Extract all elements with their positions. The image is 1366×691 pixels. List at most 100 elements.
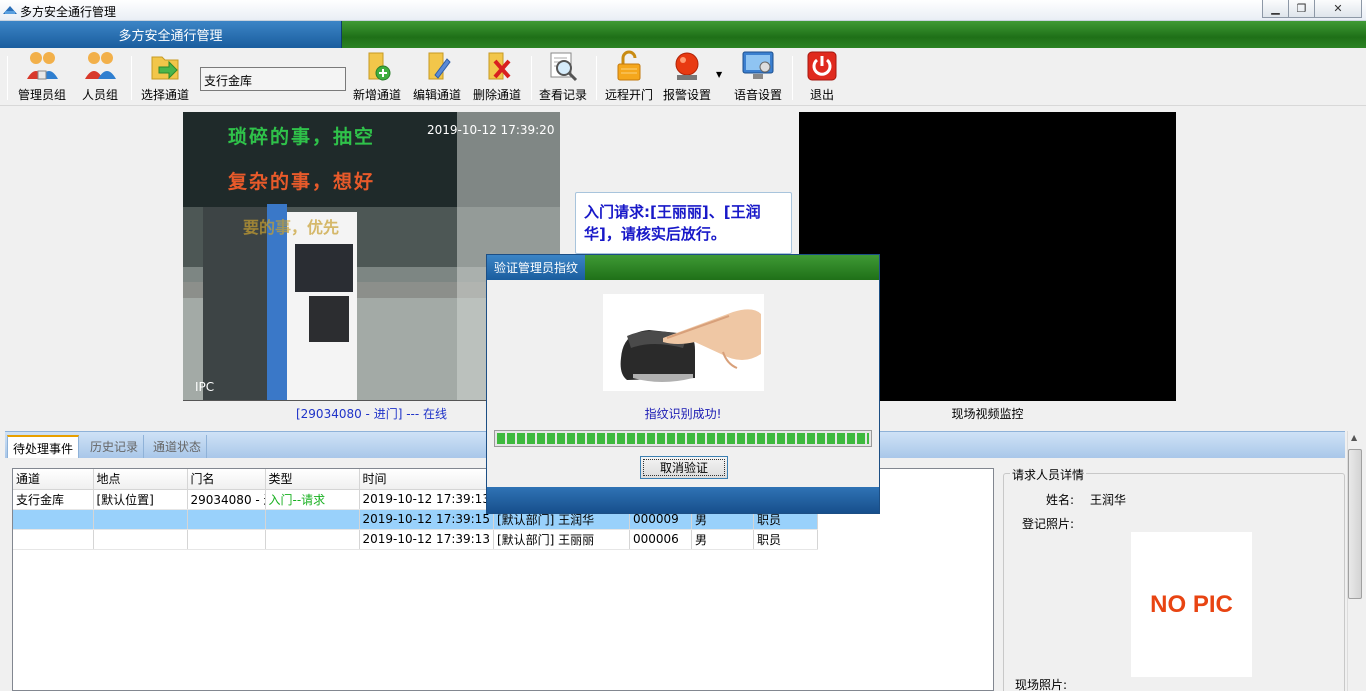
banner-line-2: 复杂的事，想好 [228, 171, 376, 193]
table-cell: 男 [691, 529, 754, 550]
admin-group-button[interactable]: 管理员组 [14, 48, 70, 106]
toolbar-separator [531, 56, 532, 100]
window-title: 多方安全通行管理 [20, 5, 117, 19]
dialog-title: 验证管理员指纹 [487, 255, 585, 280]
select-channel-button[interactable]: 选择通道 [138, 48, 192, 106]
voice-settings-label: 语音设置 [733, 88, 782, 102]
delete-folder-icon [488, 52, 511, 80]
table-cell: 2019-10-12 17:39:15 [359, 509, 494, 530]
unlock-icon [617, 50, 641, 81]
fingerprint-status-message: 指纹识别成功! [644, 407, 722, 421]
close-icon: ✕ [1333, 2, 1343, 15]
table-cell: [默认位置] [93, 489, 188, 510]
scrollbar-thumb[interactable] [1348, 449, 1362, 599]
close-button[interactable]: ✕ [1314, 0, 1362, 18]
alarm-light-icon [675, 52, 699, 80]
exit-button[interactable]: 退出 [800, 48, 844, 106]
banner-line-3: 要的事，优先 [243, 218, 340, 237]
fingerprint-scanner-image [603, 294, 764, 391]
user-group-icon [85, 52, 116, 79]
table-row[interactable]: 2019-10-12 17:39:13 [默认部门] 王丽丽 000006 男 … [13, 529, 818, 550]
restore-icon: ❐ [1296, 2, 1307, 15]
add-folder-icon [368, 52, 391, 81]
minimize-button[interactable]: ▁ [1262, 0, 1289, 18]
table-cell: 29034080 - 进 [187, 489, 266, 510]
monitor-gear-icon [742, 51, 774, 79]
table-cell [93, 509, 188, 530]
table-cell: 职员 [753, 529, 818, 550]
registered-photo-label: 登记照片: [1022, 517, 1075, 531]
name-label: 姓名: [1046, 493, 1075, 507]
name-value: 王润华 [1090, 493, 1127, 507]
edit-folder-icon [428, 52, 451, 80]
live-photo-label: 现场照片: [1015, 678, 1068, 691]
tab-pending-events[interactable]: 待处理事件 [7, 435, 80, 459]
scroll-up-icon[interactable]: ▲ [1351, 433, 1357, 442]
column-header[interactable]: 门名 [187, 469, 266, 490]
table-cell: 000006 [629, 529, 692, 550]
channel-select-field[interactable]: 支行金库 [200, 67, 346, 91]
table-cell [187, 509, 266, 530]
table-cell [93, 529, 188, 550]
dialog-footer [487, 487, 879, 513]
verification-progress-bar [494, 430, 872, 447]
column-header[interactable]: 地点 [93, 469, 188, 490]
remote-open-label: 远程开门 [604, 88, 653, 102]
exit-label: 退出 [809, 88, 834, 102]
alarm-dropdown-arrow-icon[interactable]: ▼ [716, 70, 722, 79]
user-group-label: 人员组 [81, 88, 118, 102]
toolbar-separator [131, 56, 132, 100]
admin-group-label: 管理员组 [17, 88, 66, 102]
table-cell [265, 529, 360, 550]
cancel-verification-button[interactable]: 取消验证 [640, 456, 728, 479]
minimize-icon: ▁ [1271, 2, 1280, 15]
camera-timestamp: 2019-10-12 17:39:20 [427, 123, 555, 137]
column-header[interactable]: 时间 [359, 469, 494, 490]
folder-arrow-icon [151, 56, 179, 80]
tab-channel-status[interactable]: 通道状态 [148, 435, 208, 459]
column-header[interactable]: 类型 [265, 469, 360, 490]
table-cell: 入门--请求 [265, 489, 360, 510]
table-cell: 2019-10-12 17:39:13 [359, 529, 494, 550]
power-icon [807, 51, 837, 81]
magnifier-icon [550, 52, 578, 82]
table-cell [13, 509, 94, 530]
add-channel-label: 新增通道 [352, 88, 401, 102]
tab-history[interactable]: 历史记录 [85, 435, 145, 459]
toolbar-separator [596, 56, 597, 100]
banner-line-1: 琐碎的事，抽空 [228, 126, 376, 148]
header-tab[interactable]: 多方安全通行管理 [0, 21, 342, 48]
registered-photo: NO PIC [1131, 532, 1252, 677]
table-cell: 2019-10-12 17:39:13 [359, 489, 494, 510]
table-cell: [默认部门] 王丽丽 [493, 529, 630, 550]
table-cell: 支行金库 [13, 489, 94, 510]
admin-group-icon [27, 52, 58, 80]
view-records-label: 查看记录 [538, 88, 587, 102]
camera-ipc-label: IPC [195, 380, 215, 394]
view-records-button[interactable]: 查看记录 [536, 48, 590, 106]
edit-channel-label: 编辑通道 [412, 88, 461, 102]
table-cell [187, 529, 266, 550]
app-icon [3, 6, 17, 14]
alarm-settings-label: 报警设置 [662, 88, 711, 102]
remote-open-button[interactable]: 远程开门 [602, 48, 656, 106]
toolbar-separator [7, 56, 8, 100]
maximize-button[interactable]: ❐ [1288, 0, 1315, 18]
toolbar-separator [792, 56, 793, 100]
voice-settings-button[interactable]: 语音设置 [731, 48, 785, 106]
entry-request-message: 入门请求:[王丽丽]、[王润华]，请核实后放行。 [575, 192, 792, 254]
table-cell [13, 529, 94, 550]
alarm-settings-button[interactable]: 报警设置 [660, 48, 714, 106]
window-titlebar: 多方安全通行管理 ▁ ❐ ✕ [0, 0, 1366, 21]
column-header[interactable]: 通道 [13, 469, 94, 490]
requester-details-title: 请求人员详情 [1010, 466, 1087, 483]
delete-channel-label: 删除通道 [472, 88, 521, 102]
delete-channel-button[interactable]: 删除通道 [470, 48, 524, 106]
fingerprint-dialog: 验证管理员指纹 指纹识别成功! 取消验证 [486, 254, 880, 514]
user-group-button[interactable]: 人员组 [78, 48, 122, 106]
progress-fill [497, 433, 869, 444]
edit-channel-button[interactable]: 编辑通道 [410, 48, 464, 106]
add-channel-button[interactable]: 新增通道 [350, 48, 404, 106]
table-cell [265, 509, 360, 530]
fingerprint-scanner-icon [603, 294, 764, 391]
